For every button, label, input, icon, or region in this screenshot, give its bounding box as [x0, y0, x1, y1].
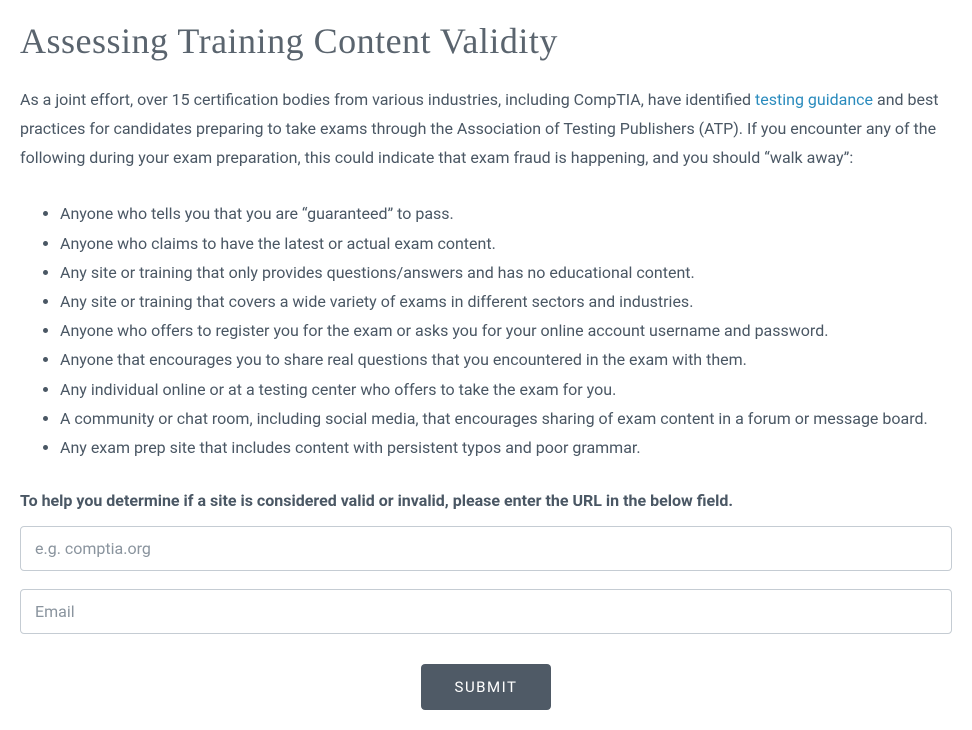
list-item: Anyone who claims to have the latest or … [60, 230, 952, 257]
intro-text-part1: As a joint effort, over 15 certification… [20, 90, 755, 109]
list-item: Anyone who offers to register you for th… [60, 317, 952, 344]
email-input[interactable] [20, 589, 952, 634]
warning-list: Anyone who tells you that you are “guara… [20, 200, 952, 461]
list-item: A community or chat room, including soci… [60, 405, 952, 432]
page-title: Assessing Training Content Validity [20, 20, 952, 62]
intro-paragraph: As a joint effort, over 15 certification… [20, 86, 952, 172]
list-item: Any site or training that only provides … [60, 259, 952, 286]
form-prompt: To help you determine if a site is consi… [20, 491, 952, 510]
submit-button[interactable]: SUBMIT [421, 664, 552, 710]
list-item: Anyone who tells you that you are “guara… [60, 200, 952, 227]
list-item: Any site or training that covers a wide … [60, 288, 952, 315]
list-item: Any exam prep site that includes content… [60, 434, 952, 461]
testing-guidance-link[interactable]: testing guidance [755, 90, 873, 109]
list-item: Anyone that encourages you to share real… [60, 346, 952, 373]
list-item: Any individual online or at a testing ce… [60, 376, 952, 403]
url-input[interactable] [20, 526, 952, 571]
submit-row: SUBMIT [20, 664, 952, 710]
